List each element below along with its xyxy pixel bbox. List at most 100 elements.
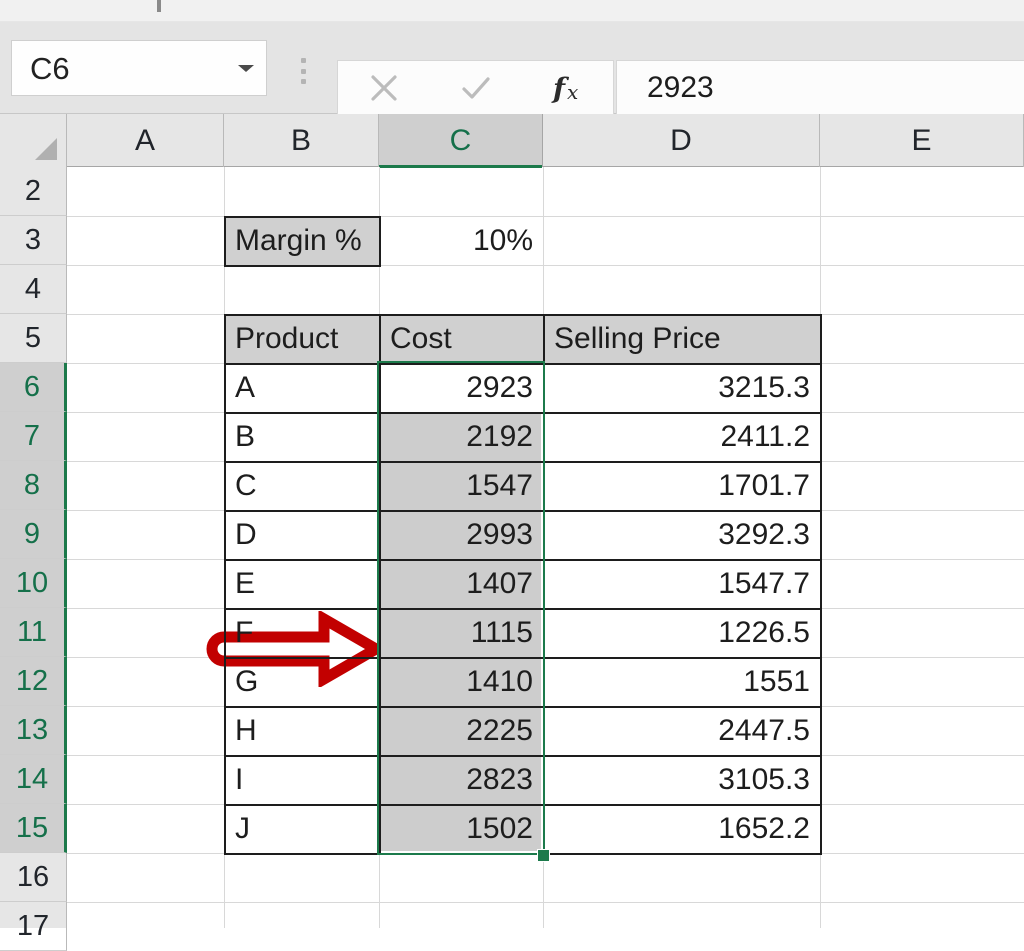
- row-header-label: 12: [15, 664, 49, 697]
- cell-C5-header-cost[interactable]: Cost: [379, 314, 543, 363]
- row-header-label: 2: [24, 174, 42, 207]
- cell-C14-cost[interactable]: 2823: [379, 755, 543, 804]
- svg-text:x: x: [567, 80, 578, 104]
- cell-D14-selling-price[interactable]: 3105.3: [543, 755, 820, 804]
- row-header-4[interactable]: 4: [0, 265, 67, 314]
- cell-D15-selling-price[interactable]: 1652.2: [543, 804, 820, 853]
- row-header-15[interactable]: 15: [0, 804, 67, 853]
- row-header-13[interactable]: 13: [0, 706, 67, 755]
- select-all-corner[interactable]: [0, 114, 67, 167]
- column-header-C[interactable]: C: [379, 114, 543, 168]
- name-box-value: C6: [30, 50, 70, 86]
- cell-B13-product[interactable]: H: [224, 706, 379, 755]
- confirm-check-icon[interactable]: [430, 61, 522, 115]
- row-header-8[interactable]: 8: [0, 461, 67, 510]
- table-right-border: [820, 314, 822, 855]
- cell-C3-margin-value[interactable]: 10%: [379, 216, 543, 265]
- cell-D5-header-selling-price[interactable]: Selling Price: [543, 314, 820, 363]
- cell-B10-product[interactable]: E: [224, 559, 379, 608]
- cell-D11-selling-price[interactable]: 1226.5: [543, 608, 820, 657]
- cell-C6-cost[interactable]: 2923: [379, 363, 543, 412]
- cell-D7-selling-price[interactable]: 2411.2: [543, 412, 820, 461]
- row-header-column: 2 3 4 5 6 7 8 9 10 11 12 13 14 15 16 17: [0, 167, 67, 951]
- gridline-horizontal: [67, 265, 1024, 266]
- cell-B8-product[interactable]: C: [224, 461, 379, 510]
- column-header-E[interactable]: E: [820, 114, 1024, 167]
- cell-D12-selling-price[interactable]: 1551: [543, 657, 820, 706]
- row-header-label: 5: [24, 321, 42, 354]
- column-header-label: C: [449, 123, 472, 157]
- cell-B6-product[interactable]: A: [224, 363, 379, 412]
- fill-handle-icon[interactable]: [537, 849, 550, 862]
- row-header-label: 9: [23, 517, 41, 550]
- row-header-label: 17: [16, 909, 50, 942]
- row-header-label: 10: [15, 566, 49, 599]
- cell-B7-product[interactable]: B: [224, 412, 379, 461]
- column-header-row: A B C D E: [0, 114, 1024, 168]
- cell-B9-product[interactable]: D: [224, 510, 379, 559]
- cell-B12-product[interactable]: G: [224, 657, 379, 706]
- row-header-12[interactable]: 12: [0, 657, 67, 706]
- ribbon-cut-off-fragment: [157, 0, 161, 12]
- row-header-2[interactable]: 2: [0, 167, 67, 216]
- cell-C15-cost[interactable]: 1502: [379, 804, 543, 853]
- cell-C8-cost[interactable]: 1547: [379, 461, 543, 510]
- row-header-label: 11: [16, 615, 48, 648]
- row-header-label: 16: [16, 860, 50, 893]
- spreadsheet-grid: ABCDE 2 3 4 5 6 7 8 9 10 11 12 13 14 15 16 17 Margin % 1…: [0, 114, 1024, 951]
- cell-B5-header-product[interactable]: Product: [224, 314, 379, 363]
- cell-C11-cost[interactable]: 1115: [379, 608, 543, 657]
- column-header-label: B: [290, 123, 311, 157]
- row-header-label: 4: [24, 272, 42, 305]
- cell-B14-product[interactable]: I: [224, 755, 379, 804]
- column-header-B[interactable]: B: [224, 114, 379, 167]
- formula-input[interactable]: 2923: [616, 60, 1024, 115]
- row-header-3[interactable]: 3: [0, 216, 67, 265]
- column-header-label: E: [911, 123, 932, 157]
- gridline-horizontal: [67, 902, 1024, 903]
- cell-D6-selling-price[interactable]: 3215.3: [543, 363, 820, 412]
- row-header-label: 14: [15, 762, 49, 795]
- cell-B11-product[interactable]: F: [224, 608, 379, 657]
- cell-C7-cost[interactable]: 2192: [379, 412, 543, 461]
- insert-function-fx-icon[interactable]: f x: [521, 61, 613, 115]
- row-header-6[interactable]: 6: [0, 363, 67, 412]
- row-header-10[interactable]: 10: [0, 559, 67, 608]
- margin-box-bottom-border: [224, 265, 381, 267]
- cell-C13-cost[interactable]: 2225: [379, 706, 543, 755]
- ribbon-bottom-sliver: [0, 0, 1024, 22]
- row-header-9[interactable]: 9: [0, 510, 67, 559]
- cell-B3-margin-label[interactable]: Margin %: [224, 216, 379, 265]
- cell-C12-cost[interactable]: 1410: [379, 657, 543, 706]
- formula-bar-buttons: f x: [337, 60, 614, 115]
- cell-D13-selling-price[interactable]: 2447.5: [543, 706, 820, 755]
- column-header-D[interactable]: D: [543, 114, 820, 167]
- formula-bar-strip: C6 f x 2923: [0, 22, 1024, 115]
- row-header-label: 15: [15, 811, 49, 844]
- row-header-16[interactable]: 16: [0, 853, 67, 902]
- cell-D10-selling-price[interactable]: 1547.7: [543, 559, 820, 608]
- row-header-label: 13: [15, 713, 49, 746]
- column-header-label: A: [134, 123, 155, 157]
- name-box[interactable]: C6: [11, 40, 267, 96]
- chevron-down-icon[interactable]: [226, 62, 266, 74]
- cancel-x-icon[interactable]: [338, 61, 430, 115]
- row-header-label: 8: [23, 468, 41, 501]
- column-header-A[interactable]: A: [67, 114, 224, 167]
- cell-C9-cost[interactable]: 2993: [379, 510, 543, 559]
- cell-B15-product[interactable]: J: [224, 804, 379, 853]
- cell-C10-cost[interactable]: 1407: [379, 559, 543, 608]
- row-header-7[interactable]: 7: [0, 412, 67, 461]
- table-bottom-border: [224, 853, 822, 855]
- row-header-label: 3: [24, 223, 42, 256]
- select-all-corner-triangle-icon: [35, 138, 57, 160]
- row-header-17[interactable]: 17: [0, 902, 67, 951]
- cell-canvas[interactable]: Margin % 10% Product Cost Selling Price A 2923…: [67, 167, 1024, 928]
- cell-D9-selling-price[interactable]: 3292.3: [543, 510, 820, 559]
- vertical-dots-grip-icon[interactable]: [300, 58, 306, 84]
- cell-D8-selling-price[interactable]: 1701.7: [543, 461, 820, 510]
- row-header-11[interactable]: 11: [0, 608, 67, 657]
- row-header-14[interactable]: 14: [0, 755, 67, 804]
- row-header-label: 6: [23, 370, 41, 403]
- row-header-5[interactable]: 5: [0, 314, 67, 363]
